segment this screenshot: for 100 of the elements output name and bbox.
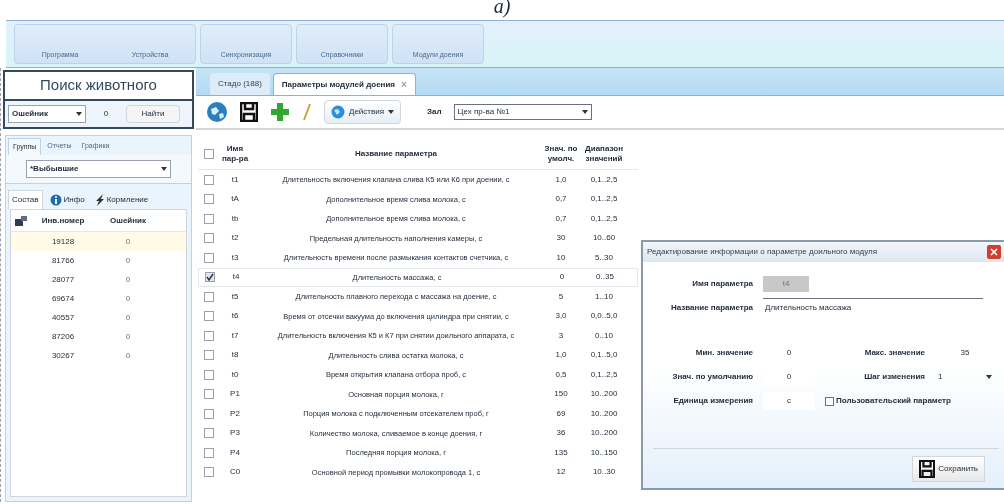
checkbox[interactable]: [204, 311, 214, 322]
dropdown[interactable]: Ошейник: [8, 104, 86, 123]
field-label: Мин. значение: [694, 347, 753, 359]
table-cell-text: 135: [553, 446, 569, 459]
checkbox[interactable]: [204, 148, 214, 159]
table-row[interactable]: 87206 0: [11, 327, 186, 346]
checkbox[interactable]: [204, 428, 214, 439]
save-button[interactable]: Сохранить: [912, 455, 985, 482]
tab[interactable]: Инфо: [46, 190, 88, 209]
table-row[interactable]: 19128 0: [11, 232, 186, 251]
table-cell-text: P3: [229, 427, 241, 440]
table-cell-text: C0: [228, 466, 242, 479]
table-cell-text: 1,0: [554, 173, 568, 186]
table-cell-text: 1,0: [554, 349, 568, 362]
table-cell-text: 0: [124, 235, 132, 248]
name-field: t4: [763, 276, 809, 292]
table-cell-text: 10..30: [591, 466, 617, 479]
globe-icon[interactable]: [206, 101, 228, 123]
checkbox[interactable]: [205, 272, 215, 283]
tab[interactable]: Состав: [8, 190, 43, 209]
checkbox[interactable]: [204, 233, 214, 244]
table-cell-text: t6: [230, 310, 240, 323]
input-field[interactable]: 0: [92, 104, 120, 123]
lightning-icon: [94, 193, 105, 206]
table-cell-text: 40557: [50, 311, 76, 324]
checkbox-label: Пользовательский параметр: [836, 395, 951, 407]
table-cell-text: 81766: [50, 254, 76, 267]
find-button[interactable]: Найти: [126, 104, 180, 123]
table-cell-text: 87206: [50, 330, 76, 343]
checkbox[interactable]: [204, 174, 214, 185]
field-label: Имя параметра: [691, 278, 753, 290]
table-cell-text: 0: [124, 254, 132, 267]
hall-label: Зал: [427, 106, 442, 118]
dropdown[interactable]: *Выбывшие: [26, 160, 171, 178]
checkbox[interactable]: [204, 213, 214, 224]
column-header: Ошейник: [109, 214, 147, 227]
table-cell-text: 10..200: [589, 407, 619, 420]
checkbox[interactable]: [204, 467, 214, 478]
checkbox[interactable]: [204, 350, 214, 361]
table-cell-text: 0..10: [594, 329, 614, 342]
table-row[interactable]: 30267 0: [11, 346, 186, 365]
step-dropdown[interactable]: 1: [935, 368, 995, 386]
save-icon[interactable]: [240, 102, 258, 122]
field-label: Шаг изменения: [863, 371, 925, 383]
table-cell-text: 69: [555, 407, 567, 420]
checkbox[interactable]: [204, 291, 214, 302]
table-cell-text: 0,1..2,5: [589, 368, 619, 381]
table-cell-text: 0,5: [554, 368, 568, 381]
table-cell-text: 1..10: [594, 290, 614, 303]
input-field[interactable]: с: [763, 392, 815, 410]
table-cell-text: 5..30: [594, 251, 614, 264]
table-row[interactable]: 81766 0: [11, 251, 186, 270]
table-cell-text: 12: [555, 466, 567, 479]
column-header: Имя пар-ра: [220, 143, 250, 164]
table-cell-text: 28077: [50, 273, 76, 286]
checkbox[interactable]: [204, 330, 214, 341]
table-cell-text: P4: [229, 446, 241, 459]
add-icon[interactable]: [270, 102, 290, 122]
table-cell-text: tA: [230, 193, 240, 206]
column-header: Инв.номер: [40, 214, 86, 227]
table-cell-text: 36: [555, 427, 567, 440]
save-icon: [919, 459, 936, 478]
tab[interactable]: Стадо (188): [210, 73, 270, 95]
table-cell-text: t4: [231, 271, 241, 284]
table-cell-text: 0: [124, 349, 132, 362]
table-row[interactable]: 69674 0: [11, 289, 186, 308]
table-cell-text: t8: [230, 349, 240, 362]
table-cell-text: 0: [124, 311, 132, 324]
actions-button[interactable]: Действия: [324, 100, 402, 124]
table-row[interactable]: 40557 0: [11, 308, 186, 327]
table-cell-text: P1: [229, 388, 241, 401]
checkbox[interactable]: [204, 408, 214, 419]
table-cell-text: t7: [230, 329, 240, 342]
table-cell-text: 30267: [50, 349, 76, 362]
caret-icon: [161, 167, 167, 171]
checkbox[interactable]: [204, 252, 214, 263]
field-label: Макс. значение: [863, 347, 925, 359]
table-row[interactable]: 28077 0: [11, 270, 186, 289]
checkbox[interactable]: [204, 447, 214, 458]
table-cell-text: 0: [558, 271, 566, 284]
tab[interactable]: Параметры модулей доения ×: [272, 73, 416, 95]
table-cell-text: t2: [230, 232, 240, 245]
close-icon[interactable]: [987, 245, 1001, 259]
table-cell-text: t3: [230, 251, 240, 264]
pencil-icon[interactable]: [302, 103, 312, 121]
field-label: Знач. по умолчанию: [671, 371, 753, 383]
tab[interactable]: Кормление: [91, 190, 152, 209]
globe-icon: [331, 105, 345, 119]
checkbox[interactable]: [825, 396, 834, 406]
table-cell-text: 0,0..5,0: [589, 310, 619, 323]
table-cell-text: 0,1..2,5: [589, 173, 619, 186]
checkbox[interactable]: [204, 194, 214, 205]
caret-icon: [986, 375, 992, 379]
checkbox[interactable]: [204, 369, 214, 380]
caret-icon: [388, 110, 395, 114]
hall-dropdown[interactable]: Цех пр-ва №1: [453, 104, 592, 120]
dialog-title: Редактирование информации о параметре доильного модуля: [647, 246, 877, 258]
table-cell-text: 10..200: [589, 427, 619, 440]
checkbox[interactable]: [204, 389, 214, 400]
table-cell-text: P2: [229, 407, 241, 420]
